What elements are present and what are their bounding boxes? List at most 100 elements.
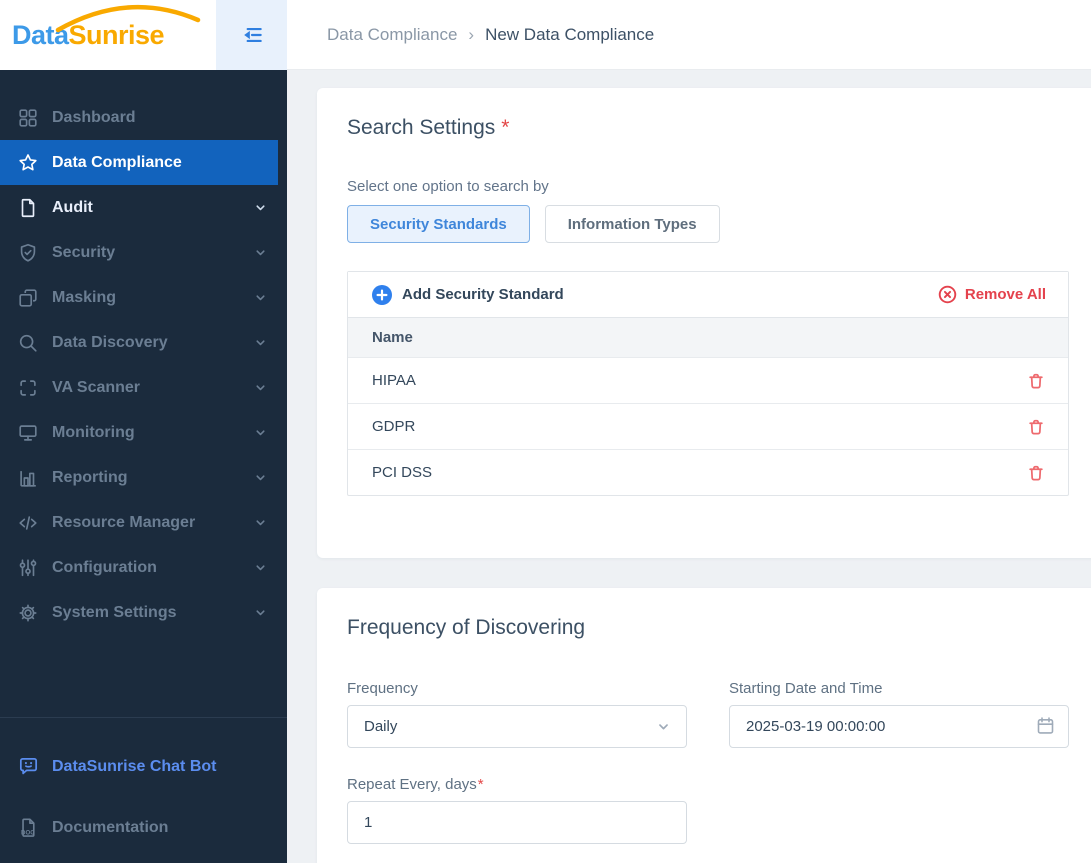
breadcrumb: Data Compliance › New Data Compliance [327,25,654,45]
grid-icon [16,106,40,130]
add-security-standard-button[interactable]: Add Security Standard [372,284,564,305]
frequency-form: Frequency Daily Starting Date and Time [347,680,1091,748]
repeat-every-input[interactable] [347,801,687,844]
sidebar-item-label: Reporting [52,468,128,486]
gear-icon [16,601,40,625]
frequency-select[interactable]: Daily [347,705,687,748]
page-content: Search Settings * Select one option to se… [287,70,1091,863]
table-row: PCI DSS [348,449,1068,495]
sidebar-item-label: Audit [52,198,93,216]
frequency-card: Frequency of Discovering Frequency Daily… [317,588,1091,863]
chevron-down-icon [253,426,267,440]
sidebar-item-data-compliance[interactable]: Data Compliance [0,140,278,185]
chevron-down-icon [253,516,267,530]
search-mode-tabs: Security Standards Information Types [347,205,1091,243]
sidebar-item-data-discovery[interactable]: Data Discovery [0,320,287,365]
sidebar-item-label: Masking [52,288,117,306]
delete-row-button[interactable] [1026,463,1046,483]
sidebar-item-label: Configuration [52,558,157,576]
sidebar-item-label: Monitoring [52,423,135,441]
chat-bot-icon [16,755,40,779]
chevron-down-icon [253,606,267,620]
required-asterisk: * [501,116,510,139]
tab-security-standards[interactable]: Security Standards [347,205,530,243]
sidebar: DataSunrise Dashboard Data Compliance Au… [0,0,287,863]
sidebar-header: DataSunrise [0,0,287,70]
chevron-down-icon [253,381,267,395]
standard-name: PCI DSS [372,464,433,481]
chevron-down-icon [655,718,672,735]
standard-name: HIPAA [372,372,416,389]
sidebar-item-label: Data Compliance [52,153,182,171]
delete-row-button[interactable] [1026,417,1046,437]
scan-frame-icon [16,376,40,400]
sidebar-item-label: Documentation [52,818,169,836]
sidebar-item-system-settings[interactable]: System Settings [0,590,287,635]
table-header-name: Name [348,317,1068,357]
x-circle-icon [938,285,957,304]
sidebar-item-label: System Settings [52,603,177,621]
chevron-down-icon [253,561,267,575]
chevron-down-icon [253,246,267,260]
table-row: HIPAA [348,357,1068,403]
sidebar-item-masking[interactable]: Masking [0,275,287,320]
frequency-title: Frequency of Discovering [347,616,586,639]
logo-text: DataSunrise [12,19,165,50]
search-settings-card: Search Settings * Select one option to se… [317,88,1091,558]
chevron-down-icon [253,201,267,215]
table-row: GDPR [348,403,1068,449]
security-standards-table: Add Security Standard Remove All Name HI… [347,271,1069,496]
repeat-every-field: Repeat Every, days* [347,776,1091,844]
sidebar-item-documentation[interactable]: DOC Documentation [0,805,287,850]
breadcrumb-current: New Data Compliance [485,24,655,44]
repeat-every-label: Repeat Every, days* [347,776,484,793]
sidebar-item-label: Data Discovery [52,333,168,351]
breadcrumb-separator: › [468,24,475,44]
collapse-sidebar-button[interactable] [216,0,287,70]
app-window: DataSunrise Dashboard Data Compliance Au… [0,0,1091,863]
main-area: Data Compliance › New Data Compliance Se… [287,0,1091,863]
sidebar-item-resource-manager[interactable]: Resource Manager [0,500,287,545]
trash-icon [1029,465,1043,481]
frequency-field: Frequency Daily [347,680,687,748]
breadcrumb-parent-link[interactable]: Data Compliance [327,25,457,45]
calendar-icon[interactable] [1035,715,1056,736]
star-icon [16,151,40,175]
sidebar-item-monitoring[interactable]: Monitoring [0,410,287,455]
chevron-down-icon [253,336,267,350]
sidebar-item-configuration[interactable]: Configuration [0,545,287,590]
file-icon [16,196,40,220]
sidebar-item-reporting[interactable]: Reporting [0,455,287,500]
sidebar-item-security[interactable]: Security [0,230,287,275]
sidebar-item-audit[interactable]: Audit [0,185,287,230]
delete-row-button[interactable] [1026,371,1046,391]
mask-copy-icon [16,286,40,310]
table-toolbar: Add Security Standard Remove All [348,272,1068,317]
doc-file-icon: DOC [16,816,40,840]
sidebar-footer: DataSunrise Chat Bot DOC Documentation [0,717,287,863]
tab-information-types[interactable]: Information Types [544,205,720,243]
collapse-sidebar-icon [243,27,262,43]
code-icon [16,511,40,535]
start-datetime-field: Starting Date and Time [729,680,1069,748]
sidebar-item-dashboard[interactable]: Dashboard [0,95,287,140]
page-title: Search Settings * [347,116,510,139]
sidebar-item-label: Resource Manager [52,513,196,531]
trash-icon [1029,419,1043,435]
sidebar-nav: Dashboard Data Compliance Audit Security… [0,70,287,635]
remove-all-button[interactable]: Remove All [938,285,1046,304]
sidebar-item-va-scanner[interactable]: VA Scanner [0,365,287,410]
datasunrise-logo: DataSunrise [0,0,216,70]
sidebar-item-label: Dashboard [52,108,136,126]
frequency-label: Frequency [347,680,418,697]
plus-circle-icon [372,284,392,305]
start-datetime-input[interactable] [729,705,1069,748]
start-datetime-label: Starting Date and Time [729,680,883,697]
main-header: Data Compliance › New Data Compliance [287,0,1091,70]
sidebar-item-chat-bot[interactable]: DataSunrise Chat Bot [0,744,287,789]
chevron-down-icon [253,471,267,485]
frequency-selected-value: Daily [364,718,398,735]
sidebar-item-label: VA Scanner [52,378,141,396]
bar-chart-icon [16,466,40,490]
sidebar-item-label: Security [52,243,116,261]
